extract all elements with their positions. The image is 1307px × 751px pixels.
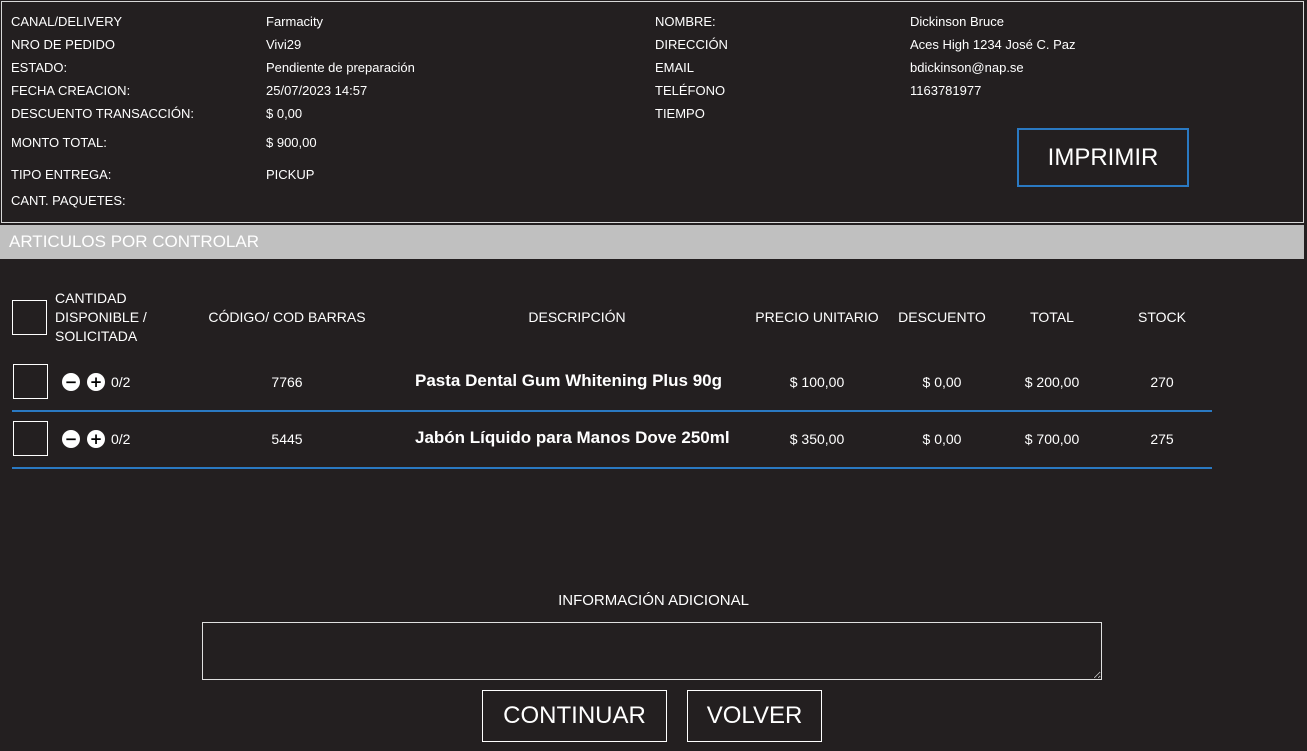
header-cantidad: CANTIDAD DISPONIBLE / SOLICITADA: [55, 289, 147, 346]
row-total: $ 700,00: [1024, 431, 1080, 447]
row-descripcion: Pasta Dental Gum Whitening Plus 90g: [415, 371, 722, 390]
minus-circle-icon[interactable]: −: [62, 373, 80, 391]
row-total: $ 200,00: [1024, 374, 1080, 390]
email-label: EMAIL: [655, 60, 695, 75]
plus-circle-icon[interactable]: +: [87, 373, 105, 391]
telefono-value: 1163781977: [910, 83, 982, 98]
row-descripcion: Jabón Líquido para Manos Dove 250ml: [415, 428, 730, 447]
row-codigo: 5445: [271, 431, 303, 447]
row-precio: $ 350,00: [789, 431, 845, 447]
additional-info-label: INFORMACIÓN ADICIONAL: [558, 592, 749, 609]
header-precio-unitario: PRECIO UNITARIO: [755, 309, 879, 325]
canal-value: Farmacity: [266, 14, 324, 29]
estado-label: ESTADO:: [11, 60, 68, 75]
header-cantidad-line3: SOLICITADA: [55, 328, 138, 344]
header-descripcion: DESCRIPCIÓN: [528, 309, 626, 325]
canal-label: CANAL/DELIVERY: [11, 14, 123, 29]
additional-info-input[interactable]: [202, 622, 1102, 680]
direccion-value: Aces High 1234 José C. Paz: [910, 37, 1076, 52]
row-divider: [12, 410, 1212, 412]
monto-total-label: MONTO TOTAL:: [11, 135, 107, 150]
row-quantity: 0/2: [111, 374, 131, 390]
section-header: ARTICULOS POR CONTROLAR: [0, 225, 1304, 259]
row-quantity: 0/2: [111, 431, 131, 447]
row-precio: $ 100,00: [789, 374, 845, 390]
row-checkbox[interactable]: [13, 421, 48, 456]
nro-pedido-value: Vivi29: [266, 37, 302, 52]
direccion-label: DIRECCIÓN: [655, 37, 728, 52]
nombre-label: NOMBRE:: [655, 14, 716, 29]
cant-paquetes-label: CANT. PAQUETES:: [11, 193, 126, 208]
select-all-checkbox[interactable]: [12, 300, 47, 335]
continue-button[interactable]: CONTINUAR: [482, 690, 667, 742]
header-cantidad-line1: CANTIDAD: [55, 290, 127, 306]
fecha-creacion-label: FECHA CREACION:: [11, 83, 131, 98]
plus-circle-icon[interactable]: +: [87, 430, 105, 448]
row-descuento: $ 0,00: [922, 431, 962, 447]
minus-circle-icon[interactable]: −: [62, 430, 80, 448]
monto-total-value: $ 900,00: [266, 135, 317, 150]
tipo-entrega-label: TIPO ENTREGA:: [11, 167, 112, 182]
order-info-panel: CANAL/DELIVERY NRO DE PEDIDO ESTADO: FEC…: [1, 1, 1304, 223]
row-divider: [12, 467, 1212, 469]
email-value: bdickinson@nap.se: [910, 60, 1024, 75]
section-title: ARTICULOS POR CONTROLAR: [9, 232, 260, 251]
row-codigo: 7766: [271, 374, 303, 390]
estado-value: Pendiente de preparación: [266, 60, 415, 75]
row-checkbox[interactable]: [13, 364, 48, 399]
header-stock: STOCK: [1138, 309, 1186, 325]
tipo-entrega-value: PICKUP: [266, 167, 315, 182]
descuento-transaccion-label: DESCUENTO TRANSACCIÓN:: [11, 106, 194, 121]
fecha-creacion-value: 25/07/2023 14:57: [266, 83, 368, 98]
header-total: TOTAL: [1030, 309, 1074, 325]
back-button[interactable]: VOLVER: [687, 690, 822, 742]
header-cantidad-line2: DISPONIBLE /: [55, 309, 147, 325]
header-descuento: DESCUENTO: [898, 309, 986, 325]
nro-pedido-label: NRO DE PEDIDO: [11, 37, 116, 52]
header-codigo: CÓDIGO/ COD BARRAS: [208, 309, 366, 325]
descuento-transaccion-value: $ 0,00: [266, 106, 303, 121]
row-stock: 275: [1150, 431, 1174, 447]
telefono-label: TELÉFONO: [655, 83, 726, 98]
print-button[interactable]: IMPRIMIR: [1017, 128, 1189, 187]
nombre-value: Dickinson Bruce: [910, 14, 1004, 29]
row-stock: 270: [1150, 374, 1174, 390]
row-descuento: $ 0,00: [922, 374, 962, 390]
tiempo-label: TIEMPO: [655, 106, 705, 121]
